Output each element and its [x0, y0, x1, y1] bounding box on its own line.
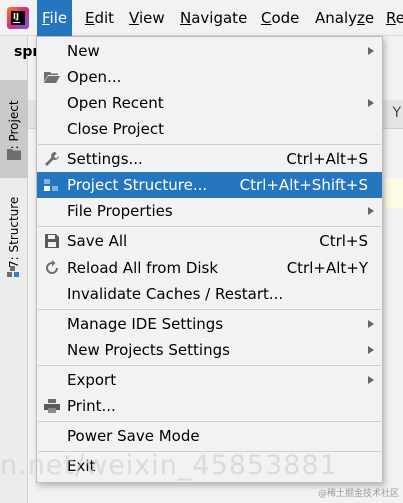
submenu-arrow-icon — [368, 320, 374, 328]
menu-item-label: Open... — [67, 68, 122, 86]
folder-icon — [7, 149, 21, 160]
structure-tab-label: 7: Structure — [7, 196, 21, 268]
file-menu-dropdown: New Open... Open Recent Close Project Se… — [36, 36, 383, 483]
menu-item-label: Invalidate Caches / Restart... — [67, 285, 284, 303]
submenu-arrow-icon — [368, 207, 374, 215]
corner-watermark: @稀土掘金技术社区 — [317, 489, 399, 499]
save-icon — [45, 234, 59, 248]
menu-item-open-recent[interactable]: Open Recent — [37, 90, 382, 116]
menu-item-file-properties[interactable]: File Properties — [37, 198, 382, 224]
menu-item-shortcut: Ctrl+Alt+Y — [286, 259, 368, 277]
menu-item-close-project[interactable]: Close Project — [37, 116, 382, 142]
menu-item-shortcut: Ctrl+Alt+S — [286, 150, 368, 168]
menu-item-label: File Properties — [67, 202, 173, 220]
project-structure-icon — [44, 179, 58, 191]
menu-separator — [38, 226, 381, 227]
print-icon — [44, 399, 60, 413]
menu-item-invalidate-caches[interactable]: Invalidate Caches / Restart... — [37, 281, 382, 307]
menu-analyze[interactable]: Analyze — [315, 0, 374, 36]
menu-item-label: Print... — [67, 397, 116, 415]
left-tool-strip: 1: Project 7: Structure — [0, 36, 28, 503]
menu-refactor[interactable]: Re — [386, 0, 403, 36]
menu-item-print[interactable]: Print... — [37, 393, 382, 419]
menu-item-power-save-mode[interactable]: Power Save Mode — [37, 423, 382, 449]
menu-item-label: New Projects Settings — [67, 341, 230, 359]
menu-edit[interactable]: Edit — [85, 0, 114, 36]
reload-icon — [46, 260, 58, 274]
submenu-arrow-icon — [368, 376, 374, 384]
menu-code[interactable]: Code — [261, 0, 299, 36]
menu-navigate[interactable]: Navigate — [180, 0, 247, 36]
menu-separator — [38, 144, 381, 145]
folder-open-icon — [44, 72, 60, 83]
menu-view[interactable]: View — [129, 0, 165, 36]
menu-item-label: Power Save Mode — [67, 427, 200, 445]
structure-tool-tab[interactable]: 7: Structure — [0, 186, 28, 278]
menu-item-label: Project Structure... — [67, 176, 208, 194]
structure-icon — [7, 266, 19, 277]
menu-item-shortcut: Ctrl+Alt+Shift+S — [239, 176, 368, 194]
intellij-logo-icon: IJ — [7, 7, 29, 29]
menu-item-label: Manage IDE Settings — [67, 315, 224, 333]
submenu-arrow-icon — [368, 99, 374, 107]
submenu-arrow-icon — [368, 346, 374, 354]
menu-separator — [38, 365, 381, 366]
menu-item-save-all[interactable]: Save All Ctrl+S — [37, 228, 382, 254]
menu-item-export[interactable]: Export — [37, 367, 382, 393]
menu-item-label: Export — [67, 371, 117, 389]
submenu-arrow-icon — [368, 47, 374, 55]
menu-item-new-projects-settings[interactable]: New Projects Settings — [37, 337, 382, 363]
menu-item-label: Settings... — [67, 150, 143, 168]
menu-item-settings[interactable]: Settings... Ctrl+Alt+S — [37, 146, 382, 172]
menu-item-new[interactable]: New — [37, 38, 382, 64]
menu-file[interactable]: File — [37, 0, 73, 36]
url-watermark: n.net/weixin_45853881 — [0, 450, 338, 481]
menu-item-manage-ide-settings[interactable]: Manage IDE Settings — [37, 311, 382, 337]
menu-separator — [38, 309, 381, 310]
menu-item-shortcut: Ctrl+S — [319, 232, 368, 250]
menu-item-label: Reload All from Disk — [67, 259, 219, 277]
menu-item-project-structure[interactable]: Project Structure... Ctrl+Alt+Shift+S — [37, 172, 382, 198]
menu-item-label: Save All — [67, 232, 128, 250]
menu-item-label: New — [67, 42, 100, 60]
menu-item-open[interactable]: Open... — [37, 64, 382, 90]
menu-item-label: Open Recent — [67, 94, 164, 112]
editor-fragment: Y — [392, 105, 401, 121]
menu-item-reload-all[interactable]: Reload All from Disk Ctrl+Alt+Y — [37, 255, 382, 281]
menu-item-label: Close Project — [67, 120, 164, 138]
project-tool-tab[interactable]: 1: Project — [0, 80, 28, 178]
wrench-icon — [45, 152, 59, 166]
menu-separator — [38, 421, 381, 422]
highlighted-line-fragment — [385, 178, 403, 208]
menu-bar: IJ File Edit View Navigate Code Analyze … — [0, 0, 403, 36]
